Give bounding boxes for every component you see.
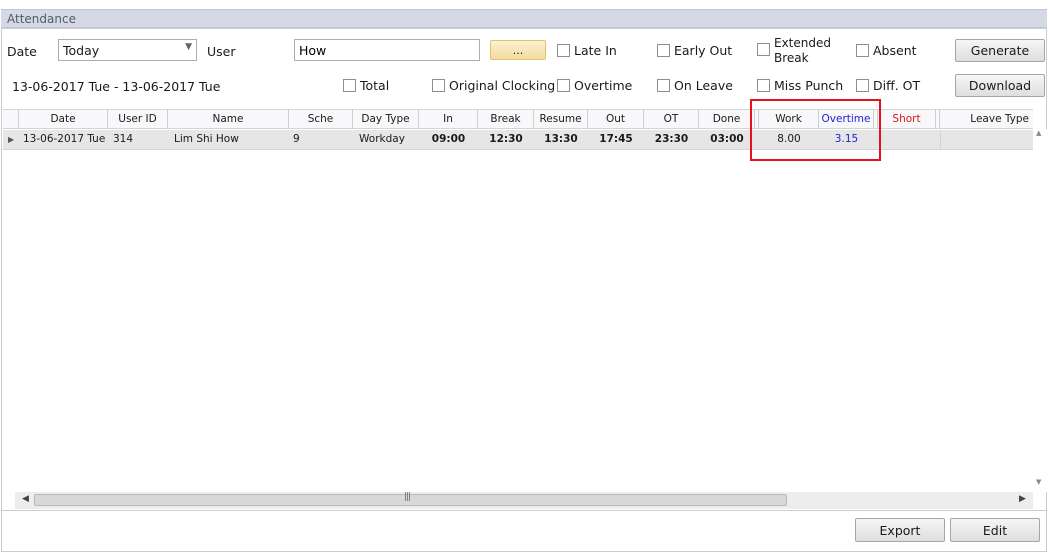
late-in-checkbox[interactable]: Late In (557, 43, 617, 58)
date-select[interactable]: Today ▼ (58, 39, 197, 61)
cell-in[interactable]: 09:00 (419, 130, 478, 149)
on-leave-label: On Leave (674, 78, 733, 93)
cell-break[interactable]: 12:30 (478, 130, 534, 149)
column-header-sche[interactable]: Sche (289, 110, 353, 129)
checkbox-box[interactable] (343, 79, 356, 92)
chevron-down-icon[interactable]: ▼ (185, 42, 192, 52)
original-clocking-checkbox[interactable]: Original Clocking (432, 78, 555, 93)
cell-day-type[interactable]: Workday (359, 130, 419, 149)
user-input[interactable] (294, 39, 480, 61)
column-header-break[interactable]: Break (478, 110, 534, 129)
scroll-left-icon[interactable]: ◀ (22, 494, 29, 504)
export-button[interactable]: Export (855, 518, 945, 542)
checkbox-box[interactable] (856, 44, 869, 57)
cell-ot[interactable]: 23:30 (644, 130, 699, 149)
scroll-up-icon[interactable]: ▲ (1036, 129, 1041, 137)
cell-user-id[interactable]: 314 (113, 130, 168, 149)
column-header-day-type[interactable]: Day Type (353, 110, 419, 129)
date-label: Date (7, 44, 37, 59)
row-indicator-icon: ▶ (8, 135, 15, 144)
extended-break-label-line1: Extended (774, 36, 831, 50)
column-header-done[interactable]: Done (699, 110, 755, 129)
bottom-divider (1, 510, 1047, 511)
miss-punch-checkbox[interactable]: Miss Punch (757, 78, 843, 93)
checkbox-box[interactable] (557, 44, 570, 57)
scroll-right-icon[interactable]: ▶ (1019, 494, 1026, 504)
horizontal-scrollbar[interactable]: ◀ ||| ▶ (15, 492, 1033, 509)
column-header-ot[interactable]: OT (644, 110, 699, 129)
highlight-box (750, 99, 881, 161)
checkbox-box[interactable] (757, 43, 770, 56)
column-header-out[interactable]: Out (588, 110, 644, 129)
vertical-scrollbar[interactable]: ▲ ▼ (1033, 129, 1047, 492)
miss-punch-label: Miss Punch (774, 78, 844, 93)
edit-button[interactable]: Edit (950, 518, 1040, 542)
column-header-user-id[interactable]: User ID (108, 110, 168, 129)
diff-ot-label: Diff. OT (873, 78, 921, 93)
cell-date[interactable]: 13-06-2017 Tue (23, 130, 108, 149)
cell-resume[interactable]: 13:30 (534, 130, 588, 149)
total-label: Total (360, 78, 390, 93)
absent-label: Absent (873, 43, 917, 58)
row-indicator-header (3, 110, 19, 129)
panel-title: Attendance (7, 12, 76, 26)
date-range-text: 13-06-2017 Tue - 13-06-2017 Tue (12, 79, 221, 94)
generate-button[interactable]: Generate (955, 39, 1045, 62)
cell-leave-type[interactable] (940, 130, 1034, 149)
cell-done[interactable]: 03:00 (699, 130, 755, 149)
cell-name[interactable]: Lim Shi How (174, 130, 289, 149)
overtime-label: Overtime (574, 78, 633, 93)
checkbox-box[interactable] (432, 79, 445, 92)
checkbox-box[interactable] (657, 79, 670, 92)
late-in-label: Late In (574, 43, 617, 58)
overtime-checkbox[interactable]: Overtime (557, 78, 632, 93)
grip-icon: ||| (404, 492, 411, 502)
scroll-down-icon[interactable]: ▼ (1036, 478, 1041, 486)
panel-title-bar: Attendance (1, 9, 1047, 28)
original-clocking-label: Original Clocking (449, 78, 556, 93)
column-header-in[interactable]: In (419, 110, 478, 129)
date-select-value: Today (63, 43, 100, 58)
cell-out[interactable]: 17:45 (588, 130, 644, 149)
checkbox-box[interactable] (557, 79, 570, 92)
column-header-short[interactable]: Short (878, 110, 936, 129)
early-out-label: Early Out (674, 43, 733, 58)
absent-checkbox[interactable]: Absent (856, 43, 917, 58)
column-header-date[interactable]: Date (19, 110, 108, 129)
extended-break-label: Extended Break (774, 36, 831, 66)
diff-ot-checkbox[interactable]: Diff. OT (856, 78, 920, 93)
extended-break-label-line2: Break (774, 51, 809, 65)
user-label: User (207, 44, 236, 59)
download-button[interactable]: Download (955, 74, 1045, 97)
checkbox-box[interactable] (757, 79, 770, 92)
checkbox-box[interactable] (657, 44, 670, 57)
column-header-name[interactable]: Name (168, 110, 289, 129)
total-checkbox[interactable]: Total (343, 78, 389, 93)
column-header-leave-type[interactable]: Leave Type (940, 110, 1033, 129)
browse-user-button[interactable]: ... (490, 40, 546, 60)
attendance-grid: Date User ID Name Sche Day Type In Break… (3, 109, 1033, 492)
on-leave-checkbox[interactable]: On Leave (657, 78, 733, 93)
horizontal-scroll-thumb[interactable]: ||| (34, 492, 787, 506)
column-header-resume[interactable]: Resume (534, 110, 588, 129)
extended-break-checkbox[interactable]: Extended Break (757, 36, 831, 66)
checkbox-box[interactable] (856, 79, 869, 92)
cell-sche[interactable]: 9 (293, 130, 353, 149)
early-out-checkbox[interactable]: Early Out (657, 43, 732, 58)
cell-short[interactable] (878, 130, 936, 149)
